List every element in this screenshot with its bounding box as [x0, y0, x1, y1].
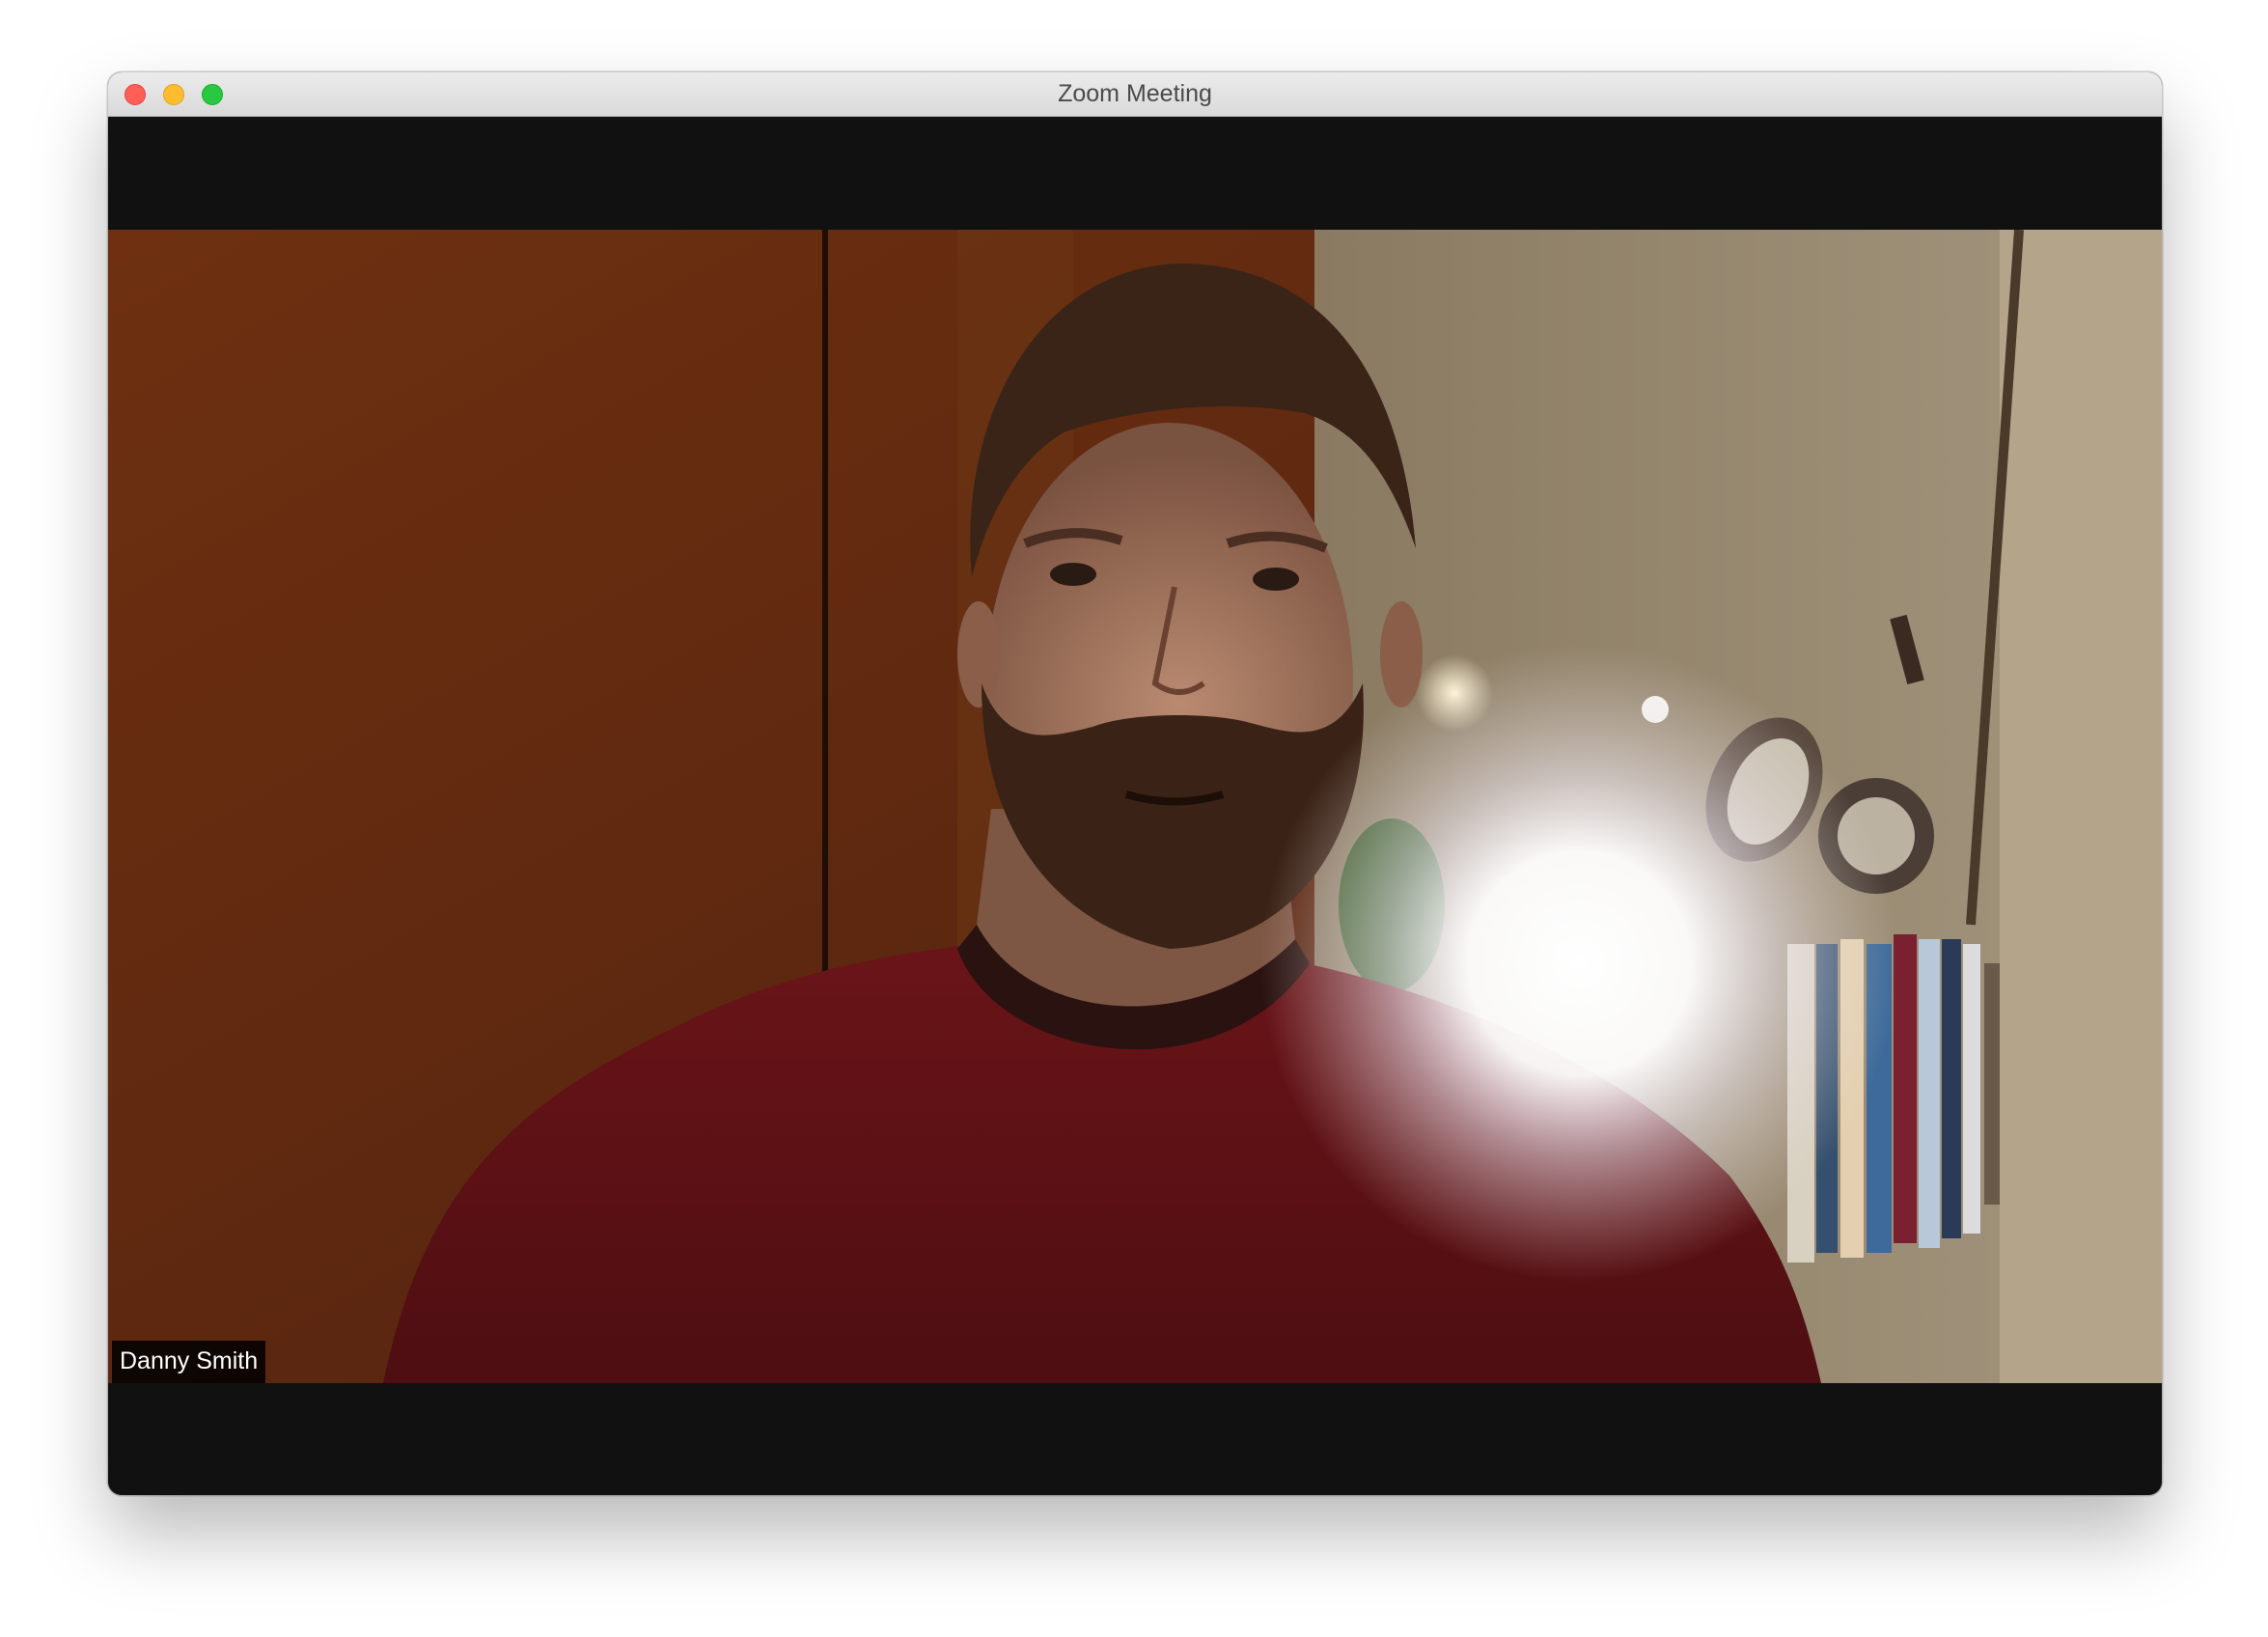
participant-video[interactable]: Danny Smith	[108, 230, 2162, 1383]
title-bar[interactable]: Zoom Meeting	[108, 72, 2162, 117]
zoom-meeting-window: Zoom Meeting Danny Smith	[108, 72, 2162, 1495]
video-frame	[108, 230, 2162, 1383]
participant-name-label: Danny Smith	[112, 1341, 266, 1383]
meeting-content: Danny Smith	[108, 117, 2162, 1495]
window-title: Zoom Meeting	[1058, 80, 1212, 107]
